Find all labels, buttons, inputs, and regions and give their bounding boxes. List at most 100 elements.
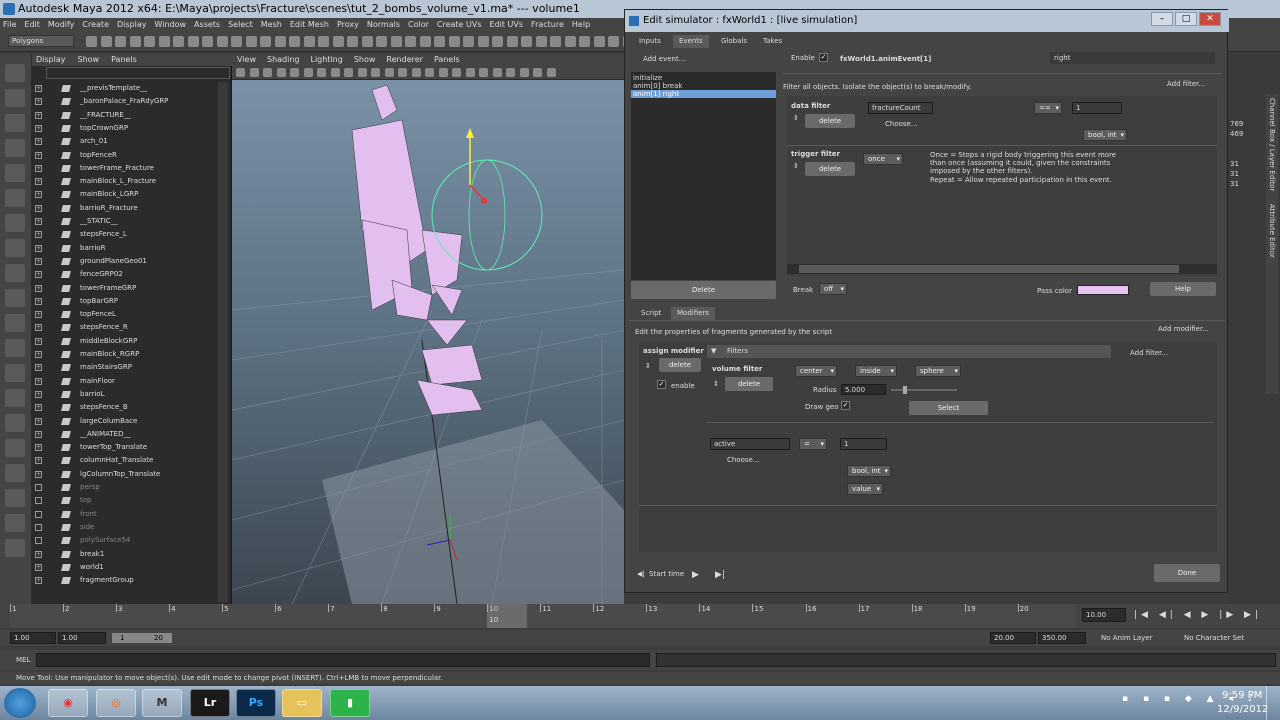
toolbox-tool-icon[interactable] [5, 289, 25, 307]
outliner-item[interactable]: + topCrownGRP [32, 122, 222, 135]
statusline-tool-icon[interactable] [448, 36, 460, 47]
viewport-menu-lighting[interactable]: Lighting [310, 55, 342, 64]
statusline-tool-icon[interactable] [376, 36, 387, 47]
viewport-menu-panels[interactable]: Panels [434, 55, 460, 64]
outliner-item[interactable]: + barrioR_Fracture [32, 202, 222, 215]
menu-display[interactable]: Display [117, 20, 147, 29]
modifier-value-field[interactable]: 1 [840, 438, 887, 450]
viewport-tool-icon[interactable] [425, 68, 434, 77]
assign-modifier-enable-checkbox[interactable]: ✓ [657, 380, 666, 389]
done-button[interactable]: Done [1154, 564, 1220, 582]
channel-value[interactable]: 469 [1230, 130, 1243, 138]
radius-slider[interactable] [891, 386, 957, 394]
data-filter-attribute-field[interactable]: fractureCount [868, 102, 933, 114]
expand-icon[interactable]: + [35, 231, 42, 239]
statusline-tool-icon[interactable] [129, 36, 141, 47]
outliner-item[interactable]: + mainBlock_RGRP [32, 348, 222, 361]
data-filter-type-dropdown[interactable]: bool, int [1083, 129, 1127, 141]
viewport-tool-icon[interactable] [506, 68, 515, 77]
app-taskbar-icon[interactable]: ▮ [330, 689, 370, 717]
expand-icon[interactable]: + [35, 244, 42, 252]
viewport-tool-icon[interactable] [317, 68, 326, 77]
toolbox-tool-icon[interactable] [5, 439, 25, 457]
outliner-item[interactable]: + largeColumBace [32, 415, 222, 428]
outliner-item[interactable]: + _baronPalace_FraRdyGRP [32, 95, 222, 108]
viewport-tool-icon[interactable] [533, 68, 542, 77]
trigger-filter-delete-button[interactable]: delete [805, 162, 855, 176]
maximize-button[interactable]: □ [1175, 12, 1197, 26]
statusline-tool-icon[interactable] [506, 36, 518, 47]
expand-icon[interactable]: + [35, 417, 42, 425]
playback-controls[interactable]: |◀ ◀| ◀ ▶ |▶ ▶| [1134, 610, 1262, 620]
viewport-tool-icon[interactable] [263, 68, 272, 77]
range-handle[interactable]: 1 20 [112, 633, 172, 643]
statusline-tool-icon[interactable] [202, 36, 213, 47]
statusline-tool-icon[interactable] [158, 36, 170, 47]
channel-value[interactable]: 31 [1230, 180, 1239, 188]
expand-icon[interactable]: + [35, 377, 42, 385]
expand-icon[interactable] [35, 523, 42, 531]
statusline-tool-icon[interactable] [115, 36, 126, 47]
toolbox-tool-icon[interactable] [5, 189, 25, 207]
viewport-menu-shading[interactable]: Shading [267, 55, 300, 64]
expand-icon[interactable]: + [35, 164, 42, 172]
step-forward-icon[interactable]: ▶| [715, 570, 725, 580]
outliner-item[interactable]: + stepsFence_R [32, 321, 222, 334]
expand-icon[interactable]: + [35, 563, 42, 571]
draw-geo-checkbox[interactable]: ✓ [841, 401, 850, 410]
statusline-tool-icon[interactable] [361, 36, 373, 47]
outliner-item[interactable]: + towerFrameGRP [32, 282, 222, 295]
outliner-item[interactable]: + mainStairsGRP [32, 361, 222, 374]
expand-icon[interactable]: + [35, 337, 42, 345]
toolbox-tool-icon[interactable] [5, 389, 25, 407]
time-slider-track[interactable]: 1 2 3 4 5 6 7 8 9 10 11 12 13 14 15 16 17 18 19 20 10 [10, 604, 1076, 628]
outliner-item[interactable]: + towerFrame_Fracture [32, 162, 222, 175]
data-filter-delete-button[interactable]: delete [805, 114, 855, 128]
statusline-tool-icon[interactable] [303, 36, 315, 47]
subtab-script[interactable]: Script [635, 307, 667, 320]
channel-value[interactable]: 31 [1230, 170, 1239, 178]
anim-layer-selector[interactable]: No Anim Layer [1101, 634, 1152, 642]
expand-icon[interactable]: + [35, 271, 42, 279]
current-time-field[interactable]: 10.00 [1082, 608, 1126, 622]
expand-icon[interactable]: + [35, 404, 42, 412]
expand-icon[interactable] [35, 510, 42, 518]
outliner-item[interactable]: + arch_01 [32, 135, 222, 148]
tab-globals[interactable]: Globals [715, 35, 753, 48]
outliner-item[interactable]: + world1 [32, 561, 222, 574]
viewport-tool-icon[interactable] [303, 68, 313, 77]
outliner-item[interactable]: top [32, 494, 222, 507]
expand-icon[interactable]: + [35, 550, 42, 558]
filter-horizontal-scrollbar[interactable] [787, 264, 1217, 274]
volume-filter-delete-button[interactable]: delete [725, 377, 773, 391]
minimize-button[interactable]: – [1151, 12, 1173, 26]
expand-icon[interactable]: + [35, 204, 42, 212]
statusline-tool-icon[interactable] [564, 36, 576, 47]
statusline-tool-icon[interactable] [347, 36, 358, 47]
tab-events[interactable]: Events [673, 35, 709, 48]
toolbox-tool-icon[interactable] [5, 339, 25, 357]
viewport-tool-icon[interactable] [438, 68, 448, 77]
viewport-tool-icon[interactable] [276, 68, 286, 77]
expand-icon[interactable]: + [35, 257, 42, 265]
menu-help[interactable]: Help [572, 20, 590, 29]
statusline-tool-icon[interactable] [144, 36, 155, 47]
toolbox-tool-icon[interactable] [5, 139, 25, 157]
volume-inside-dropdown[interactable]: inside [855, 365, 897, 377]
outliner-item[interactable]: + columnHat_Translate [32, 454, 222, 467]
event-item[interactable]: initialize [633, 74, 662, 82]
playback-end-field[interactable]: 20.00 [990, 632, 1036, 644]
outliner-item[interactable]: + fenceGRP02 [32, 268, 222, 281]
outliner-menu-panels[interactable]: Panels [111, 55, 137, 64]
expand-icon[interactable]: + [35, 351, 42, 358]
end-time-field[interactable]: 350.00 [1038, 632, 1086, 644]
viewport-menu-show[interactable]: Show [354, 55, 376, 64]
menu-edit-mesh[interactable]: Edit Mesh [290, 20, 329, 29]
menu-file[interactable]: File [3, 20, 16, 29]
menu-normals[interactable]: Normals [367, 20, 400, 29]
tab-takes[interactable]: Takes [757, 35, 788, 48]
menu-edit-uvs[interactable]: Edit UVs [490, 20, 524, 29]
outliner-item[interactable]: side [32, 521, 222, 534]
outliner-item[interactable]: + topFenceL [32, 308, 222, 321]
viewport-tool-icon[interactable] [465, 68, 475, 77]
